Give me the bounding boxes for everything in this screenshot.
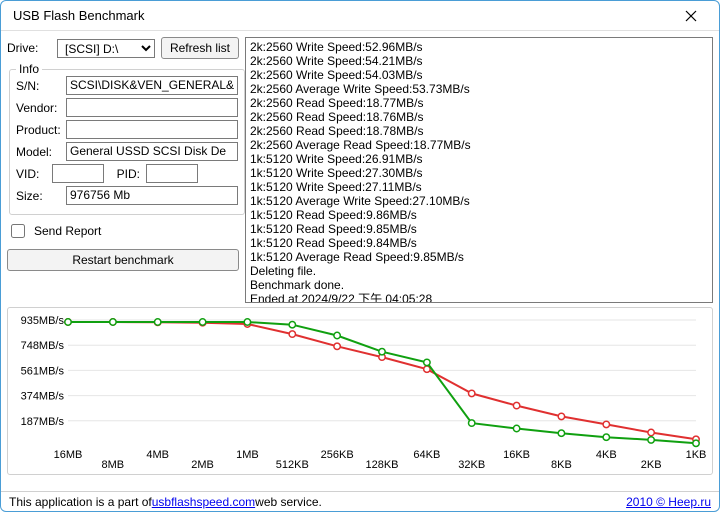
svg-text:1KB: 1KB — [686, 449, 706, 461]
footer-text-post: web service. — [255, 495, 322, 509]
app-window: USB Flash Benchmark Drive: [SCSI] D:\ Re… — [0, 0, 720, 512]
model-label: Model: — [16, 145, 60, 159]
vid-label: VID: — [16, 167, 46, 181]
svg-text:374MB/s: 374MB/s — [21, 391, 65, 403]
send-report-row: Send Report — [7, 221, 239, 241]
svg-text:187MB/s: 187MB/s — [21, 416, 65, 428]
svg-text:4MB: 4MB — [146, 449, 169, 461]
info-group: Info S/N:SCSI\DISK&VEN_GENERAL& Vendor: … — [9, 69, 245, 215]
svg-text:1MB: 1MB — [236, 449, 259, 461]
model-field[interactable]: General USSD SCSI Disk De — [66, 142, 238, 161]
log-panel[interactable]: 2k:2560 Write Speed:52.96MB/s 2k:2560 Wr… — [245, 37, 713, 303]
info-legend: Info — [16, 62, 42, 76]
svg-text:4KB: 4KB — [596, 449, 617, 461]
titlebar: USB Flash Benchmark — [1, 1, 719, 31]
left-column: Drive: [SCSI] D:\ Refresh list Info S/N:… — [7, 37, 239, 303]
svg-text:2MB: 2MB — [191, 459, 214, 470]
send-report-checkbox[interactable] — [11, 224, 25, 238]
vendor-label: Vendor: — [16, 101, 60, 115]
restart-button[interactable]: Restart benchmark — [7, 249, 239, 271]
vendor-field[interactable] — [66, 98, 238, 117]
svg-text:32KB: 32KB — [458, 459, 485, 470]
content-area: Drive: [SCSI] D:\ Refresh list Info S/N:… — [1, 31, 719, 491]
drive-label: Drive: — [7, 41, 51, 55]
refresh-button[interactable]: Refresh list — [161, 37, 239, 59]
window-title: USB Flash Benchmark — [13, 8, 671, 23]
product-label: Product: — [16, 123, 60, 137]
svg-text:16MB: 16MB — [54, 449, 83, 461]
footer-link[interactable]: usbflashspeed.com — [152, 495, 255, 509]
size-field[interactable]: 976756 Mb — [66, 186, 238, 205]
sn-label: S/N: — [16, 79, 60, 93]
send-report-label: Send Report — [34, 224, 101, 238]
svg-text:748MB/s: 748MB/s — [21, 340, 65, 352]
svg-text:64KB: 64KB — [413, 449, 440, 461]
drive-select[interactable]: [SCSI] D:\ — [57, 39, 155, 58]
footer-right-link[interactable]: 2010 © Heep.ru — [626, 495, 711, 509]
benchmark-chart: 187MB/s 374MB/s 561MB/s 748MB/s 935MB/s 16MB 8… — [14, 312, 706, 470]
svg-text:8MB: 8MB — [102, 459, 125, 470]
close-icon — [685, 10, 697, 22]
chart-panel: 187MB/s 374MB/s 561MB/s 748MB/s 935MB/s 16MB 8… — [7, 307, 713, 475]
vid-field[interactable] — [52, 164, 104, 183]
pid-label: PID: — [110, 167, 140, 181]
size-label: Size: — [16, 189, 60, 203]
svg-text:8KB: 8KB — [551, 459, 572, 470]
footer: This application is a part of usbflashsp… — [1, 491, 719, 511]
sn-field[interactable]: SCSI\DISK&VEN_GENERAL& — [66, 76, 238, 95]
svg-text:935MB/s: 935MB/s — [21, 315, 65, 327]
footer-text-pre: This application is a part of — [9, 495, 152, 509]
drive-row: Drive: [SCSI] D:\ Refresh list — [7, 37, 239, 59]
svg-text:128KB: 128KB — [365, 459, 398, 470]
svg-text:2KB: 2KB — [641, 459, 662, 470]
pid-field[interactable] — [146, 164, 198, 183]
svg-text:512KB: 512KB — [276, 459, 309, 470]
product-field[interactable] — [66, 120, 238, 139]
svg-text:16KB: 16KB — [503, 449, 530, 461]
top-row: Drive: [SCSI] D:\ Refresh list Info S/N:… — [7, 37, 713, 303]
svg-text:256KB: 256KB — [321, 449, 354, 461]
svg-text:561MB/s: 561MB/s — [21, 365, 65, 377]
close-button[interactable] — [671, 3, 711, 29]
